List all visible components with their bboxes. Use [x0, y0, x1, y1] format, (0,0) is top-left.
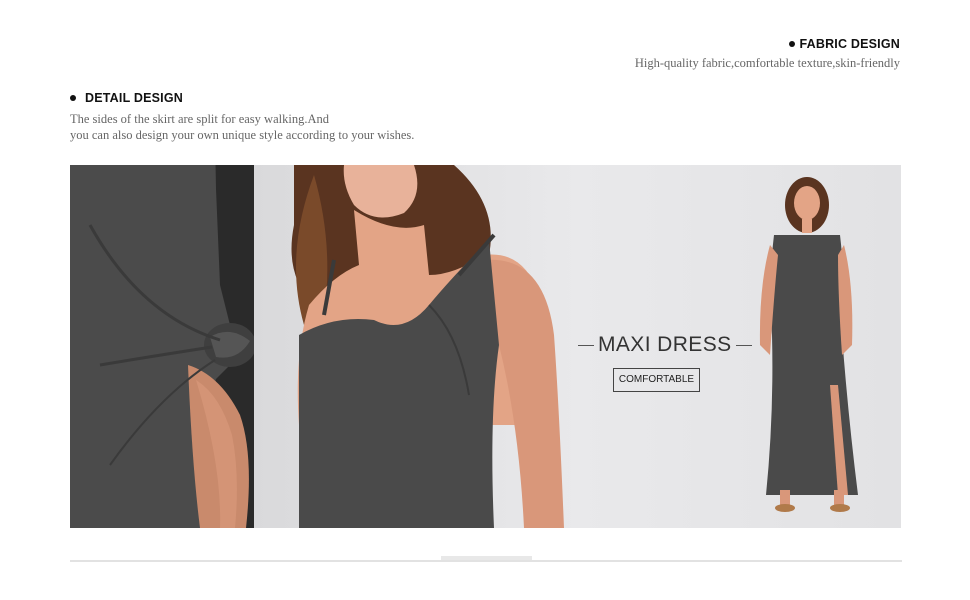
carousel-indicator[interactable] — [441, 556, 532, 560]
detail-design-title: DETAIL DESIGN — [85, 91, 183, 105]
closeup-model — [291, 165, 564, 528]
headline-rule-right — [735, 344, 752, 346]
bullet-icon — [789, 41, 796, 47]
fabric-design-description: High-quality fabric,comfortable texture,… — [634, 56, 900, 70]
fullbody-model — [759, 177, 858, 512]
detail-design-heading: DETAIL DESIGN — [70, 91, 183, 105]
detail-description-line-1: The sides of the skirt are split for eas… — [70, 112, 329, 126]
product-banner: MAXI DRESS COMFORTABLE — [70, 165, 901, 528]
detail-design-description: The sides of the skirt are split for eas… — [70, 111, 490, 143]
banner-headline: MAXI DRESS — [574, 333, 752, 357]
fabric-design-title: FABRIC DESIGN — [799, 37, 900, 51]
carousel-track — [70, 560, 902, 562]
knot-detail-photo — [70, 165, 254, 528]
fabric-design-heading: FABRIC DESIGN — [789, 37, 900, 51]
detail-description-line-2: you can also design your own unique styl… — [70, 128, 415, 142]
headline-text: MAXI DRESS — [598, 333, 732, 356]
knot-detail-illustration — [70, 165, 254, 528]
headline-rule-left — [578, 344, 594, 346]
comfortable-tag: COMFORTABLE — [613, 368, 700, 392]
bullet-icon — [70, 95, 76, 101]
